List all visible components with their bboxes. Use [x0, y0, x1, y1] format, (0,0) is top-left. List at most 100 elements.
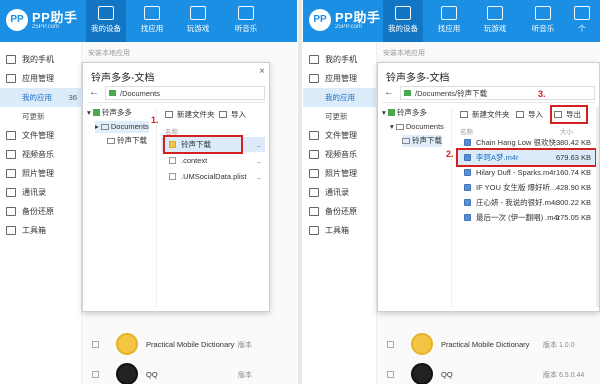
list-item[interactable]: Practical Mobile Dictionary 版本	[88, 332, 288, 358]
import-button[interactable]: 导入	[219, 108, 246, 122]
sidebar-item-updatable[interactable]: 可更新	[0, 107, 81, 126]
nav-my-device[interactable]: 我的设备	[383, 0, 423, 42]
brand-sub: 25PP.com	[32, 24, 59, 30]
disc-icon	[238, 6, 254, 20]
sidebar-item-my-phone[interactable]: 我的手机	[0, 50, 81, 69]
path-field[interactable]: /Documents	[105, 86, 265, 100]
nav-games[interactable]: 玩游戏	[475, 0, 515, 42]
music-file-icon	[464, 169, 471, 176]
table-row[interactable]: IF YOU 女生版 爆好听... 428.90 KB	[456, 180, 595, 195]
back-arrow-icon[interactable]: ←	[384, 87, 394, 98]
row-checkbox[interactable]	[387, 341, 394, 348]
path-field[interactable]: /Documents/铃声下载	[400, 86, 595, 100]
pp-logo-icon: PP	[309, 9, 331, 31]
highlight-box-step1	[163, 135, 243, 154]
path-bar: ← /Documents/铃声下载	[382, 85, 595, 103]
new-folder-button[interactable]: 新建文件夹	[460, 108, 510, 122]
close-icon[interactable]: ×	[259, 66, 265, 77]
table-row[interactable]: 最后一次 (伊一翻唱) .m4r 175.05 KB	[456, 210, 595, 225]
table-row[interactable]: Hilary Duff - Sparks.m4r 160.74 KB	[456, 165, 595, 180]
backup-icon	[6, 207, 16, 216]
file-dialog: 铃声多多-文档 ← /Documents/铃声下载 ▾ 铃声多多 ▾ Docum…	[377, 62, 600, 312]
panel-divider	[298, 0, 302, 384]
contacts-icon	[6, 188, 16, 197]
top-bar: PP PP助手 25PP.com 我的设备 找应用 玩游戏 听音乐 个	[303, 0, 600, 42]
toolbox-icon	[309, 226, 319, 235]
nav-find-apps[interactable]: 找应用	[132, 0, 172, 42]
back-arrow-icon[interactable]: ←	[89, 87, 99, 98]
sidebar-item-file-manage[interactable]: 文件管理	[303, 126, 376, 145]
sidebar-item-updatable[interactable]: 可更新	[303, 107, 376, 126]
install-local-app[interactable]: 安装本地应用	[88, 48, 130, 58]
tree-node-documents[interactable]: ▸ Documents	[95, 121, 149, 133]
tree-node-ringtone[interactable]: 铃声下载	[107, 135, 147, 147]
sidebar-item-app-manage[interactable]: 应用管理	[0, 69, 81, 88]
phone-icon	[395, 6, 411, 20]
dialog-title: 铃声多多-文档	[91, 73, 155, 84]
sidebar-item-backup[interactable]: 备份还原	[303, 202, 376, 221]
sidebar-item-contacts[interactable]: 通讯录	[0, 183, 81, 202]
sidebar-item-video-music[interactable]: 视频音乐	[0, 145, 81, 164]
qq-app-icon	[116, 363, 138, 384]
new-folder-icon	[165, 111, 173, 118]
nav-games[interactable]: 玩游戏	[178, 0, 218, 42]
app-icon	[109, 90, 116, 96]
list-item[interactable]: QQ 版本	[88, 362, 288, 384]
apps-icon	[6, 74, 16, 83]
tree-node-documents[interactable]: ▾ Documents	[390, 121, 444, 133]
row-checkbox[interactable]	[92, 371, 99, 378]
table-row[interactable]: .context..	[161, 153, 265, 168]
new-folder-button[interactable]: 新建文件夹	[165, 108, 215, 122]
phone-icon	[98, 6, 114, 20]
table-row[interactable]: .UMSocialData.plist..	[161, 169, 265, 184]
import-icon	[516, 111, 524, 118]
highlight-box-step2	[456, 148, 597, 167]
nav-my-device[interactable]: 我的设备	[86, 0, 126, 42]
import-button[interactable]: 导入	[516, 108, 543, 122]
sidebar-item-app-manage[interactable]: 应用管理	[303, 69, 376, 88]
sidebar-item-contacts[interactable]: 通讯录	[303, 183, 376, 202]
video-icon	[309, 150, 319, 159]
contacts-icon	[309, 188, 319, 197]
highlight-box-step3	[550, 105, 588, 124]
dialog-title: 铃声多多-文档	[386, 73, 450, 84]
music-file-icon	[464, 199, 471, 206]
app-icon	[404, 90, 411, 96]
nav-music[interactable]: 听音乐	[523, 0, 563, 42]
list-item[interactable]: Practical Mobile Dictionary 版本 1.0.0	[383, 332, 583, 358]
disc-icon	[535, 6, 551, 20]
nav-music[interactable]: 听音乐	[226, 0, 266, 42]
sidebar-item-video-music[interactable]: 视频音乐	[303, 145, 376, 164]
tree-node-root[interactable]: ▾ 铃声多多	[382, 107, 427, 119]
step-2-label: 2.	[446, 149, 454, 159]
folder-icon	[395, 124, 404, 130]
tree-node-root[interactable]: ▾ 铃声多多	[87, 107, 132, 119]
tree-node-ringtone[interactable]: 铃声下载	[402, 135, 442, 147]
phone-icon	[309, 55, 319, 64]
sidebar-item-photo[interactable]: 照片管理	[0, 164, 81, 183]
row-checkbox[interactable]	[92, 341, 99, 348]
install-local-app[interactable]: 安装本地应用	[383, 48, 425, 58]
phone-icon	[6, 55, 16, 64]
apps-icon	[309, 74, 319, 83]
nav-find-apps[interactable]: 找应用	[429, 0, 469, 42]
sidebar-item-my-apps[interactable]: 我的应用 36	[0, 88, 81, 107]
sidebar-item-my-apps[interactable]: 我的应用	[303, 88, 376, 107]
table-row[interactable]: 庄心妍 - 我说的很好.m4r 300.22 KB	[456, 195, 595, 210]
sidebar-item-backup[interactable]: 备份还原	[0, 202, 81, 221]
music-file-icon	[464, 214, 471, 221]
music-file-icon	[464, 184, 471, 191]
sidebar-item-toolbox[interactable]: 工具箱	[303, 221, 376, 240]
user-icon	[574, 6, 590, 20]
scrollbar[interactable]	[596, 107, 599, 307]
list-item[interactable]: QQ 版本 6.5.0.44	[383, 362, 584, 384]
new-folder-icon	[460, 111, 468, 118]
chevron-down-icon: ▾	[390, 122, 394, 131]
nav-more[interactable]: 个	[567, 0, 597, 42]
sidebar-item-my-phone[interactable]: 我的手机	[303, 50, 376, 69]
sidebar-item-file-manage[interactable]: 文件管理	[0, 126, 81, 145]
row-checkbox[interactable]	[387, 371, 394, 378]
sidebar-item-photo[interactable]: 照片管理	[303, 164, 376, 183]
file-list: 新建文件夹 导入 名称 铃声下载.. .context.. .UMSocialD…	[161, 107, 265, 307]
sidebar-item-toolbox[interactable]: 工具箱	[0, 221, 81, 240]
